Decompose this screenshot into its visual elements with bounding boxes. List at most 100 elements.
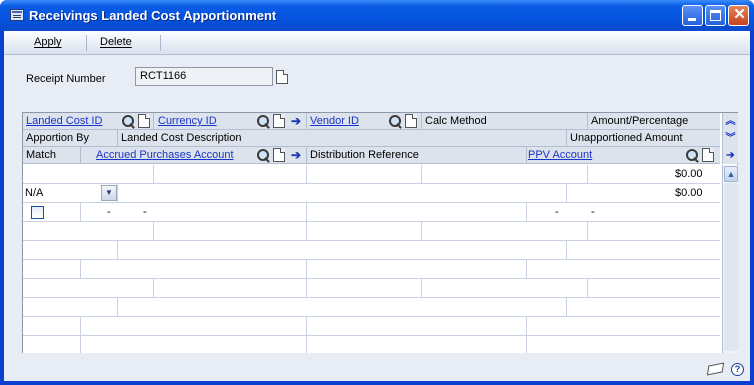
collapse-rows-button[interactable]: ︽ <box>722 113 738 130</box>
arrow-right-icon[interactable]: ➔ <box>722 147 738 164</box>
column-divider <box>587 113 588 130</box>
cell-divider <box>153 222 154 241</box>
table-row[interactable] <box>23 298 720 317</box>
magnifier-icon[interactable] <box>389 115 403 129</box>
vendor-id-header[interactable]: Vendor ID <box>310 115 359 127</box>
grid-body: $0.00 N/A ▼ $0.00 - - - - <box>23 165 720 371</box>
accrued-purchases-account-header[interactable]: Accrued Purchases Account <box>96 149 234 161</box>
table-row[interactable] <box>23 260 720 279</box>
column-divider <box>153 113 154 130</box>
maximize-icon <box>710 10 721 21</box>
landed-cost-id-header[interactable]: Landed Cost ID <box>26 115 102 127</box>
client-area: Apply Delete Receipt Number RCT1166 Land… <box>4 31 750 381</box>
vertical-scrollbar[interactable]: ▲ ▼ <box>722 165 738 371</box>
close-button[interactable]: ✕ <box>728 5 749 26</box>
column-divider <box>526 147 527 164</box>
table-row[interactable]: $0.00 <box>23 165 720 184</box>
magnifier-icon[interactable] <box>686 149 700 163</box>
table-row[interactable] <box>23 222 720 241</box>
chevron-down-icon[interactable]: ▼ <box>101 185 117 201</box>
column-divider <box>421 113 422 130</box>
minimize-button[interactable] <box>682 5 703 26</box>
window-icon <box>10 9 24 21</box>
ppv-dash: - <box>591 206 595 218</box>
amount-value: $0.00 <box>675 168 703 180</box>
apportion-by-dropdown[interactable]: N/A ▼ <box>23 184 119 202</box>
cell-divider <box>80 317 81 336</box>
window: Receivings Landed Cost Apportionment ✕ A… <box>0 0 754 385</box>
cell-divider <box>566 184 567 203</box>
column-divider <box>306 147 307 164</box>
note-icon[interactable] <box>273 114 285 128</box>
landed-cost-grid: Landed Cost ID Currency ID ➔ Vendor ID C… <box>22 112 738 371</box>
cell-divider <box>306 260 307 279</box>
magnifier-icon[interactable] <box>257 115 271 129</box>
grid-header-row-1: Landed Cost ID Currency ID ➔ Vendor ID C… <box>23 113 720 130</box>
column-divider <box>306 113 307 130</box>
match-checkbox[interactable] <box>31 206 44 219</box>
arrow-right-icon[interactable]: ➔ <box>291 115 301 127</box>
title-bar[interactable]: Receivings Landed Cost Apportionment ✕ <box>0 0 754 31</box>
ppv-dash: - <box>555 206 559 218</box>
unapportioned-amount-header: Unapportioned Amount <box>570 132 683 144</box>
scroll-up-button[interactable]: ▲ <box>724 166 738 182</box>
cell-divider <box>587 165 588 184</box>
cell-divider <box>80 260 81 279</box>
match-header: Match <box>26 149 56 161</box>
unapportioned-amount-value: $0.00 <box>675 187 703 199</box>
table-row[interactable] <box>23 279 720 298</box>
cell-divider <box>421 279 422 298</box>
account-dash: - <box>143 206 147 218</box>
cell-divider <box>421 165 422 184</box>
cell-divider <box>306 279 307 298</box>
note-icon[interactable] <box>273 148 285 162</box>
grid-header-row-3: Match Accrued Purchases Account ➔ Distri… <box>23 147 720 164</box>
table-row[interactable]: N/A ▼ $0.00 <box>23 184 720 203</box>
apply-button[interactable]: Apply <box>34 36 62 48</box>
cell-divider <box>566 241 567 260</box>
table-row[interactable] <box>23 317 720 336</box>
cell-divider <box>80 203 81 222</box>
table-row[interactable] <box>23 241 720 260</box>
cell-divider <box>306 222 307 241</box>
column-divider <box>117 130 118 147</box>
maximize-button[interactable] <box>705 5 726 26</box>
amount-percentage-header: Amount/Percentage <box>591 115 689 127</box>
column-divider <box>566 130 567 147</box>
help-icon[interactable]: ? <box>731 363 744 376</box>
cell-divider <box>566 298 567 317</box>
cell-divider <box>526 260 527 279</box>
close-icon: ✕ <box>733 6 746 23</box>
calc-method-header: Calc Method <box>425 115 487 127</box>
currency-id-header[interactable]: Currency ID <box>158 115 217 127</box>
cell-divider <box>587 222 588 241</box>
column-divider <box>80 147 81 164</box>
expand-rows-button[interactable]: ︾ <box>722 130 738 147</box>
minimize-icon <box>688 18 696 21</box>
ppv-account-header[interactable]: PPV Account <box>528 149 592 161</box>
table-row[interactable]: - - - - <box>23 203 720 222</box>
note-icon[interactable] <box>276 70 288 84</box>
apply-label: Apply <box>34 36 62 48</box>
magnifier-icon[interactable] <box>122 115 136 129</box>
cell-divider <box>306 203 307 222</box>
grid-header-row-2: Apportion By Landed Cost Description Una… <box>23 130 720 147</box>
note-icon[interactable] <box>138 114 150 128</box>
note-icon[interactable] <box>405 114 417 128</box>
toolbar-separator <box>86 35 87 51</box>
cell-divider <box>117 184 118 203</box>
toolbar: Apply Delete <box>4 31 750 55</box>
magnifier-icon[interactable] <box>257 149 271 163</box>
cell-divider <box>306 317 307 336</box>
arrow-right-icon[interactable]: ➔ <box>291 149 301 161</box>
receipt-number-field[interactable]: RCT1166 <box>135 67 273 86</box>
delete-button[interactable]: Delete <box>100 36 132 48</box>
cell-divider <box>117 241 118 260</box>
scroll-thumb[interactable] <box>724 183 738 351</box>
status-bar <box>4 353 750 381</box>
apportion-by-header: Apportion By <box>26 132 89 144</box>
account-dash: - <box>107 206 111 218</box>
receipt-number-label: Receipt Number <box>26 73 106 85</box>
note-icon[interactable] <box>702 148 714 162</box>
cell-divider <box>306 165 307 184</box>
